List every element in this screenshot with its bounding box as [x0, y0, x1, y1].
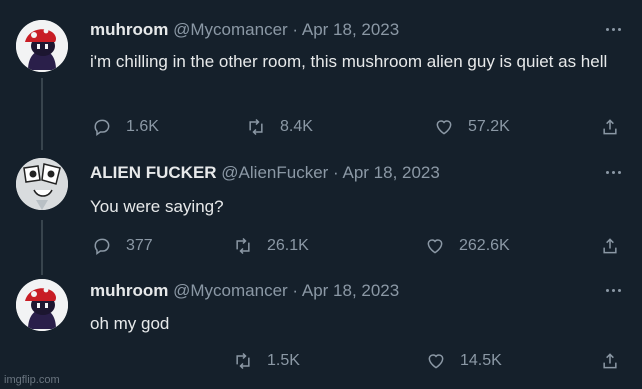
like-button[interactable]: 57.2K	[434, 117, 510, 137]
display-name[interactable]: muhroom	[90, 281, 168, 300]
share-button[interactable]	[600, 117, 620, 137]
separator: ·	[287, 20, 302, 39]
tweet[interactable]: muhroom @Mycomancer · Apr 18, 2023 oh my…	[0, 275, 642, 389]
share-icon	[603, 119, 617, 135]
like-button[interactable]: 14.5K	[426, 351, 502, 371]
mushroom-avatar-icon	[16, 20, 68, 72]
tweet-header: muhroom @Mycomancer · Apr 18, 2023	[90, 20, 399, 40]
handle[interactable]: @Mycomancer	[173, 20, 288, 39]
heart-icon	[428, 354, 444, 369]
retweet-icon	[236, 237, 250, 255]
tweet[interactable]: ALIEN FUCKER @AlienFucker · Apr 18, 2023…	[0, 150, 642, 275]
reply-icon	[94, 119, 110, 136]
avatar[interactable]	[16, 158, 68, 210]
more-icon[interactable]	[602, 285, 624, 295]
retweet-button[interactable]: 8.4K	[246, 117, 313, 137]
retweet-button[interactable]: 26.1K	[233, 236, 309, 256]
like-button[interactable]: 262.6K	[425, 236, 510, 256]
heart-icon	[436, 120, 452, 135]
tweet-header: ALIEN FUCKER @AlienFucker · Apr 18, 2023	[90, 163, 440, 183]
timestamp[interactable]: Apr 18, 2023	[302, 281, 399, 300]
reply-count: 377	[126, 237, 153, 254]
display-name[interactable]: ALIEN FUCKER	[90, 163, 217, 182]
retweet-icon	[249, 118, 263, 136]
retweet-count: 8.4K	[280, 118, 313, 135]
reply-button[interactable]: 377	[92, 236, 153, 256]
retweet-icon	[236, 352, 250, 370]
retweet-count: 26.1K	[267, 237, 309, 254]
tweet-text: i'm chilling in the other room, this mus…	[90, 52, 608, 71]
like-count: 57.2K	[468, 118, 510, 135]
alien-avatar-icon	[16, 158, 68, 210]
like-count: 262.6K	[459, 237, 510, 254]
action-bar: 1.5K 14.5K	[0, 351, 642, 373]
avatar[interactable]	[16, 279, 68, 331]
reply-icon	[94, 238, 110, 255]
tweet[interactable]: muhroom @Mycomancer · Apr 18, 2023 i'm c…	[0, 0, 642, 150]
separator: ·	[328, 163, 343, 182]
share-button[interactable]	[600, 351, 620, 371]
reply-count: 1.6K	[126, 118, 159, 135]
retweet-button[interactable]: 1.5K	[233, 351, 300, 371]
more-icon[interactable]	[602, 167, 624, 177]
tweet-text: You were saying?	[90, 197, 224, 216]
mushroom-avatar-icon	[16, 279, 68, 331]
handle[interactable]: @Mycomancer	[173, 281, 288, 300]
share-button[interactable]	[600, 236, 620, 256]
tweet-text: oh my god	[90, 314, 170, 333]
like-count: 14.5K	[460, 352, 502, 369]
avatar[interactable]	[16, 20, 68, 72]
share-icon	[603, 353, 617, 369]
share-icon	[603, 238, 617, 254]
retweet-count: 1.5K	[267, 352, 300, 369]
action-bar: 377 26.1K 262.6K	[0, 236, 642, 258]
timestamp[interactable]: Apr 18, 2023	[302, 20, 399, 39]
more-icon[interactable]	[602, 24, 624, 34]
action-bar: 1.6K 8.4K 57.2K	[0, 117, 642, 139]
tweet-header: muhroom @Mycomancer · Apr 18, 2023	[90, 281, 399, 301]
heart-icon	[427, 239, 443, 254]
watermark: imgflip.com	[4, 374, 60, 386]
timestamp[interactable]: Apr 18, 2023	[342, 163, 439, 182]
separator: ·	[287, 281, 302, 300]
reply-button[interactable]: 1.6K	[92, 117, 159, 137]
display-name[interactable]: muhroom	[90, 20, 168, 39]
handle[interactable]: @AlienFucker	[221, 163, 328, 182]
